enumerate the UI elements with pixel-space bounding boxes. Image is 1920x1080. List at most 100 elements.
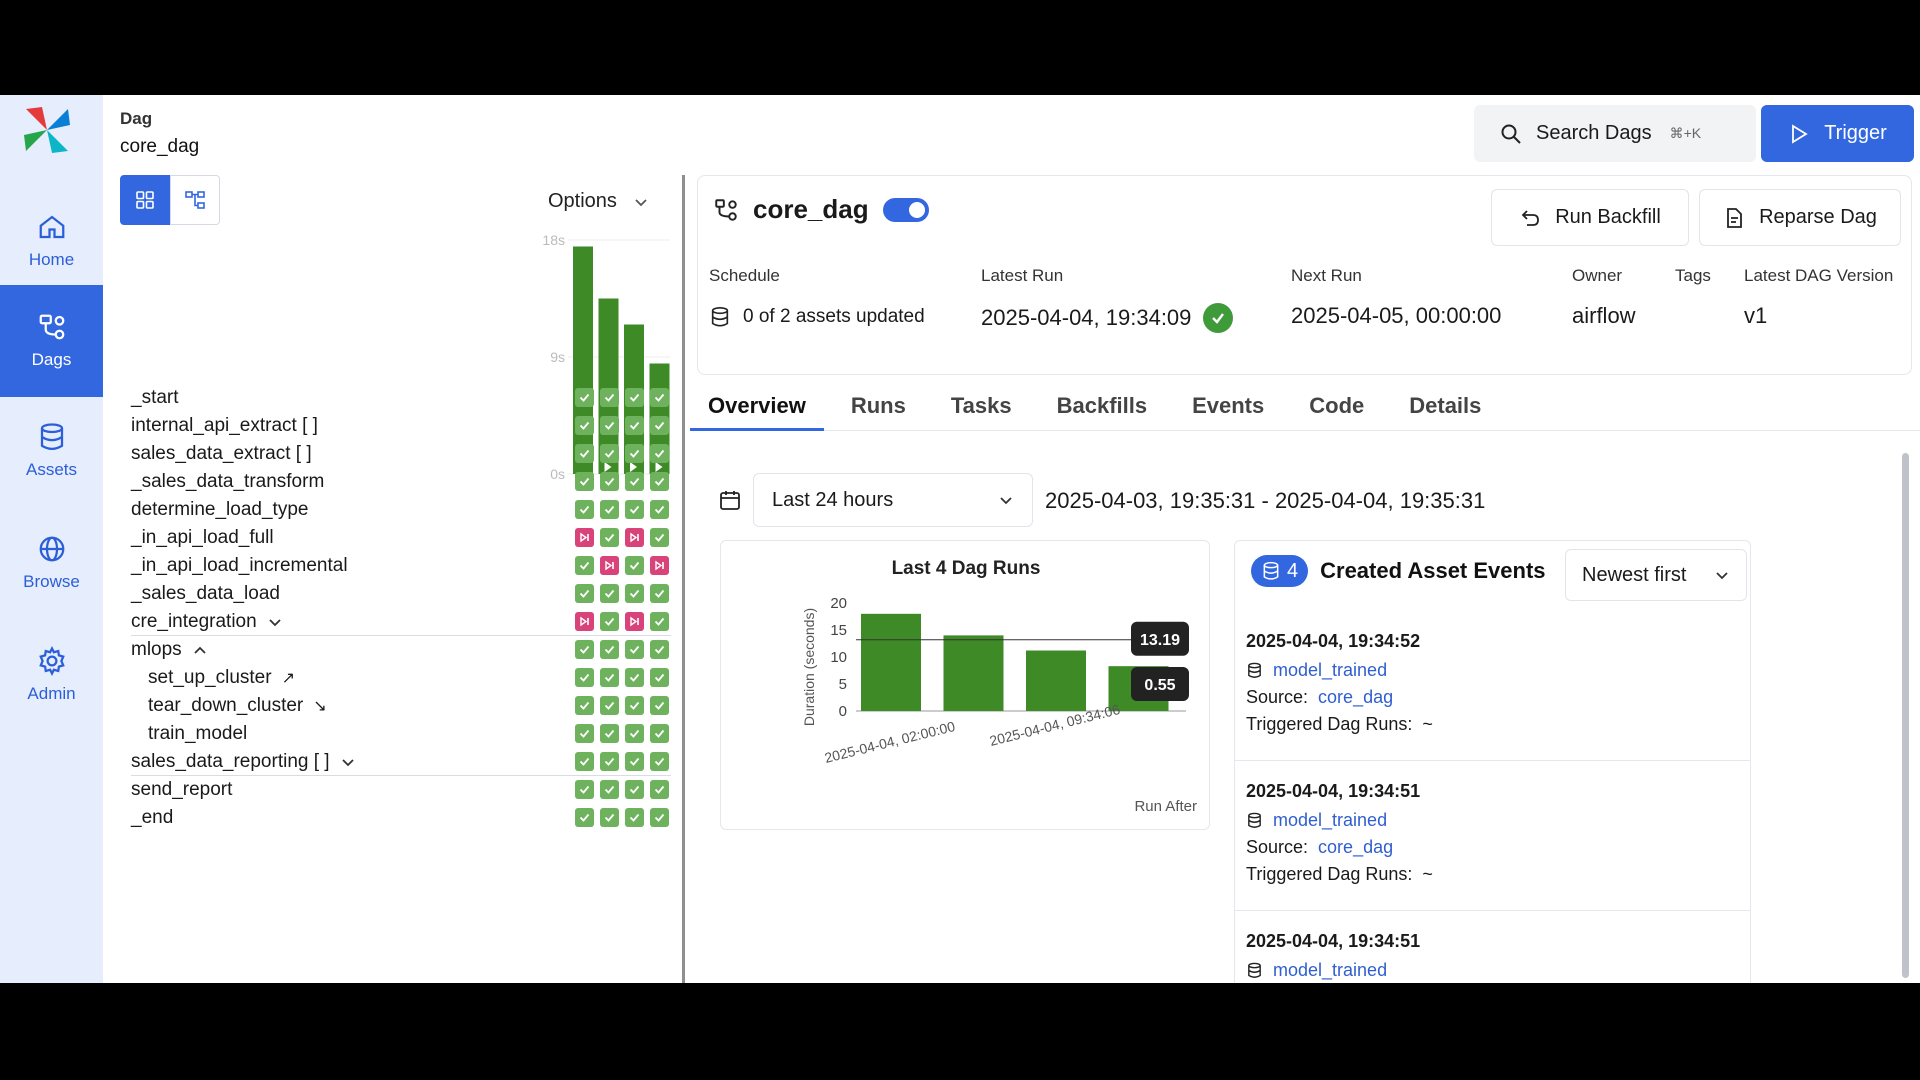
tab-events[interactable]: Events — [1174, 385, 1282, 431]
task-success-icon[interactable] — [600, 528, 619, 547]
run-backfill-button[interactable]: Run Backfill — [1491, 189, 1689, 246]
task-success-icon[interactable] — [625, 500, 644, 519]
task-name[interactable]: internal_api_extract [ ] — [131, 415, 318, 437]
task-row[interactable]: mlops — [131, 636, 671, 664]
task-success-icon[interactable] — [600, 584, 619, 603]
task-success-icon[interactable] — [600, 388, 619, 407]
task-row[interactable]: set_up_cluster ↗ — [131, 664, 671, 692]
task-name[interactable]: set_up_cluster — [148, 667, 272, 689]
source-dag-link[interactable]: core_dag — [1318, 687, 1393, 708]
latest-run-value[interactable]: 2025-04-04, 19:34:09 — [981, 303, 1234, 333]
task-success-icon[interactable] — [600, 808, 619, 827]
task-success-icon[interactable] — [575, 640, 594, 659]
task-skipped-icon[interactable] — [575, 612, 594, 631]
nav-item-dags[interactable]: Dags — [0, 285, 103, 397]
task-skipped-icon[interactable] — [575, 528, 594, 547]
task-skipped-icon[interactable] — [650, 556, 669, 575]
trigger-button[interactable]: Trigger — [1761, 105, 1914, 162]
task-success-icon[interactable] — [650, 472, 669, 491]
task-success-icon[interactable] — [625, 780, 644, 799]
asset-link[interactable]: model_trained — [1273, 960, 1387, 981]
task-row[interactable]: _in_api_load_incremental — [131, 552, 671, 580]
task-success-icon[interactable] — [575, 388, 594, 407]
task-skipped-icon[interactable] — [600, 556, 619, 575]
task-skipped-icon[interactable] — [625, 612, 644, 631]
task-success-icon[interactable] — [650, 388, 669, 407]
task-success-icon[interactable] — [600, 416, 619, 435]
task-success-icon[interactable] — [600, 612, 619, 631]
task-success-icon[interactable] — [625, 808, 644, 827]
task-success-icon[interactable] — [625, 696, 644, 715]
task-success-icon[interactable] — [650, 500, 669, 519]
task-success-icon[interactable] — [650, 640, 669, 659]
task-success-icon[interactable] — [575, 584, 594, 603]
task-success-icon[interactable] — [575, 724, 594, 743]
reparse-dag-button[interactable]: Reparse Dag — [1699, 189, 1901, 246]
task-success-icon[interactable] — [625, 444, 644, 463]
task-success-icon[interactable] — [625, 416, 644, 435]
tab-details[interactable]: Details — [1391, 385, 1499, 431]
task-success-icon[interactable] — [575, 668, 594, 687]
task-success-icon[interactable] — [600, 752, 619, 771]
task-success-icon[interactable] — [600, 640, 619, 659]
task-success-icon[interactable] — [650, 808, 669, 827]
task-skipped-icon[interactable] — [625, 528, 644, 547]
task-success-icon[interactable] — [650, 668, 669, 687]
task-name[interactable]: sales_data_reporting [ ] — [131, 751, 330, 773]
owner-value[interactable]: airflow — [1572, 303, 1636, 329]
task-success-icon[interactable] — [600, 500, 619, 519]
dag-pause-toggle[interactable] — [882, 197, 929, 222]
task-row[interactable]: _start — [131, 384, 671, 412]
task-name[interactable]: _in_api_load_full — [131, 527, 274, 549]
task-success-icon[interactable] — [575, 500, 594, 519]
task-success-icon[interactable] — [600, 472, 619, 491]
task-success-icon[interactable] — [650, 612, 669, 631]
task-success-icon[interactable] — [650, 780, 669, 799]
task-row[interactable]: train_model — [131, 720, 671, 748]
task-name[interactable]: send_report — [131, 779, 232, 801]
tab-overview[interactable]: Overview — [690, 385, 824, 431]
task-row[interactable]: _sales_data_load — [131, 580, 671, 608]
task-row[interactable]: sales_data_extract [ ] — [131, 440, 671, 468]
task-success-icon[interactable] — [650, 416, 669, 435]
grid-view-button[interactable] — [120, 175, 170, 225]
task-row[interactable]: tear_down_cluster ↘ — [131, 692, 671, 720]
tab-code[interactable]: Code — [1291, 385, 1382, 431]
schedule-value[interactable]: 0 of 2 assets updated — [709, 306, 925, 328]
chevron-down-icon[interactable] — [267, 614, 283, 630]
nav-item-assets[interactable]: Assets — [0, 395, 103, 507]
nav-item-admin[interactable]: Admin — [0, 619, 103, 731]
task-name[interactable]: _sales_data_transform — [131, 471, 324, 493]
task-row[interactable]: determine_load_type — [131, 496, 671, 524]
task-success-icon[interactable] — [650, 752, 669, 771]
task-success-icon[interactable] — [625, 724, 644, 743]
task-name[interactable]: _start — [131, 387, 179, 409]
tab-tasks[interactable]: Tasks — [933, 385, 1030, 431]
task-name[interactable]: sales_data_extract [ ] — [131, 443, 312, 465]
task-success-icon[interactable] — [575, 416, 594, 435]
task-success-icon[interactable] — [650, 696, 669, 715]
chevron-up-icon[interactable] — [192, 642, 208, 658]
task-success-icon[interactable] — [600, 668, 619, 687]
tab-backfills[interactable]: Backfills — [1039, 385, 1166, 431]
task-success-icon[interactable] — [625, 640, 644, 659]
task-success-icon[interactable] — [600, 780, 619, 799]
task-success-icon[interactable] — [625, 556, 644, 575]
chevron-down-icon[interactable] — [340, 754, 356, 770]
task-success-icon[interactable] — [575, 444, 594, 463]
task-success-icon[interactable] — [625, 668, 644, 687]
task-success-icon[interactable] — [650, 528, 669, 547]
task-success-icon[interactable] — [600, 724, 619, 743]
task-row[interactable]: send_report — [131, 776, 671, 804]
tab-runs[interactable]: Runs — [833, 385, 924, 431]
task-name[interactable]: determine_load_type — [131, 499, 308, 521]
events-sort-select[interactable]: Newest first — [1565, 549, 1747, 601]
nav-item-browse[interactable]: Browse — [0, 507, 103, 619]
task-name[interactable]: train_model — [148, 723, 247, 745]
task-row[interactable]: _end — [131, 804, 671, 832]
task-name[interactable]: tear_down_cluster — [148, 695, 303, 717]
task-name[interactable]: _end — [131, 807, 173, 829]
task-success-icon[interactable] — [575, 696, 594, 715]
task-row[interactable]: sales_data_reporting [ ] — [131, 748, 671, 776]
task-success-icon[interactable] — [575, 780, 594, 799]
